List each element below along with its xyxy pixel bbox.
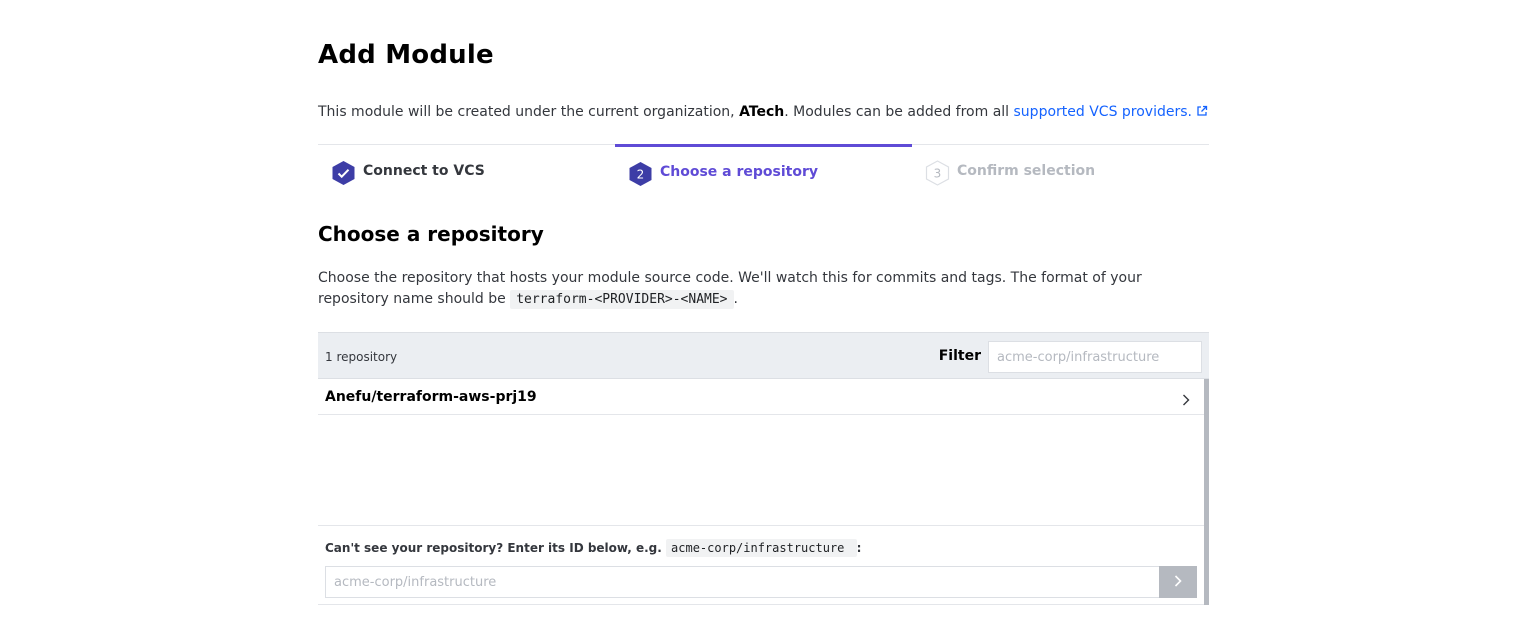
repository-id-submit-button[interactable] <box>1159 566 1197 598</box>
manual-entry-label-text: Can't see your repository? Enter its ID … <box>325 541 662 555</box>
step-number-3: 3 <box>934 167 942 181</box>
page-title: Add Module <box>318 40 494 70</box>
step-confirm-selection: 3 Confirm selection <box>912 145 1209 195</box>
repository-count: 1 repository <box>325 350 398 364</box>
chevron-right-icon <box>1182 391 1190 410</box>
filter-input[interactable] <box>988 341 1202 373</box>
format-code: terraform-<PROVIDER>-<NAME> <box>510 290 734 309</box>
section-description-end: . <box>733 291 738 307</box>
repository-id-input[interactable] <box>325 566 1160 598</box>
section-title: Choose a repository <box>318 222 544 246</box>
repository-panel-header: 1 repository Filter <box>318 332 1209 379</box>
stepper: Connect to VCS 2 Choose a repository 3 C… <box>318 144 1209 195</box>
check-icon <box>331 160 356 186</box>
repository-name: Anefu/terraform-aws-prj19 <box>325 389 537 405</box>
manual-entry-label: Can't see your repository? Enter its ID … <box>325 539 862 557</box>
step-choose-repository[interactable]: 2 Choose a repository <box>615 144 912 197</box>
manual-repository-entry: Can't see your repository? Enter its ID … <box>318 525 1204 605</box>
supported-vcs-link[interactable]: supported VCS providers. <box>1014 104 1208 120</box>
section-description: Choose the repository that hosts your mo… <box>318 268 1209 310</box>
supported-vcs-link-label: supported VCS providers. <box>1013 104 1192 120</box>
organization-name: ATech <box>739 104 785 120</box>
external-link-icon <box>1196 105 1208 121</box>
repository-list: Anefu/terraform-aws-prj19 <box>318 379 1204 525</box>
repository-panel: 1 repository Filter Anefu/terraform-aws-… <box>318 332 1209 605</box>
scrollbar[interactable] <box>1204 379 1209 605</box>
chevron-right-icon <box>1174 574 1182 590</box>
step-connect-to-vcs-label: Connect to VCS <box>363 163 485 179</box>
manual-entry-example-code: acme-corp/infrastructure <box>666 539 857 557</box>
step-confirm-selection-label: Confirm selection <box>957 163 1096 179</box>
step-number-icon: 3 <box>925 160 950 186</box>
repository-row[interactable]: Anefu/terraform-aws-prj19 <box>318 379 1204 415</box>
step-choose-repository-label: Choose a repository <box>660 164 819 180</box>
manual-entry-label-end: : <box>856 541 862 555</box>
filter-label: Filter <box>938 348 981 364</box>
step-number-2: 2 <box>637 168 645 182</box>
intro-text: This module will be created under the cu… <box>318 104 1208 121</box>
step-connect-to-vcs[interactable]: Connect to VCS <box>318 145 615 195</box>
step-number-icon: 2 <box>628 161 653 187</box>
intro-text-after: . Modules can be added from all <box>784 104 1014 120</box>
intro-text-before: This module will be created under the cu… <box>318 104 740 120</box>
